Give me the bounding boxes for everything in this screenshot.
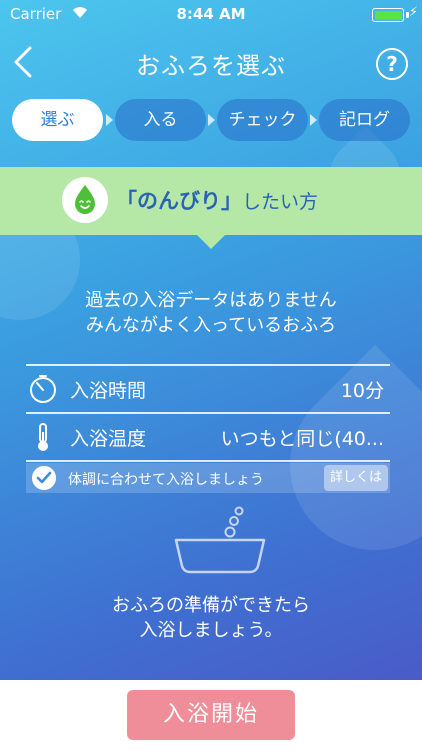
advice-text: 体調に合わせて入浴しましょう: [68, 472, 264, 488]
no-data-message: 過去の入浴データはありません みんながよく入っているおふろ: [0, 288, 422, 338]
bath-time-label: 入浴時間: [70, 380, 147, 402]
step-arrow-icon: [106, 114, 113, 126]
prompt-line-1: おふろの準備ができたら: [112, 595, 310, 616]
health-advice-bar: 体調に合わせて入浴しましょう 詳しくは: [26, 463, 390, 493]
battery-icon: [372, 8, 404, 22]
banner-text: 「のんびり」したい方: [116, 185, 318, 215]
bath-temperature-label: 入浴温度: [70, 428, 147, 450]
message-line-1: 過去の入浴データはありません: [85, 290, 337, 311]
charging-icon: ⚡: [408, 5, 418, 20]
divider: [26, 460, 390, 462]
prompt-line-2: 入浴しましょう。: [139, 620, 283, 641]
app-screen: Carrier 8:44 AM ⚡ おふろを選ぶ ? 選ぶ 入る チェック 記ロ…: [0, 0, 422, 680]
banner-pointer: [197, 235, 225, 249]
bath-time-row[interactable]: 入浴時間 10分: [26, 364, 390, 414]
step-log[interactable]: 記ログ: [319, 99, 410, 141]
thermometer-icon: [38, 423, 48, 451]
bottom-bar: 入浴開始: [0, 680, 422, 750]
bath-temperature-value: いつもと同じ(40...: [220, 428, 384, 450]
message-line-2: みんながよく入っているおふろ: [85, 315, 337, 336]
step-enter[interactable]: 入る: [115, 99, 206, 141]
timer-icon: [30, 375, 56, 403]
start-bath-button[interactable]: 入浴開始: [127, 690, 295, 740]
step-check[interactable]: チェック: [217, 99, 308, 141]
details-button[interactable]: 詳しくは: [323, 465, 388, 491]
status-bar: Carrier 8:44 AM ⚡: [0, 0, 422, 30]
banner-quote: 「のんびり」: [116, 189, 242, 213]
status-time: 8:44 AM: [176, 5, 246, 23]
water-drop-mascot-icon: [62, 177, 108, 223]
help-button[interactable]: ?: [376, 48, 408, 80]
step-select[interactable]: 選ぶ: [12, 99, 103, 141]
bath-prompt: おふろの準備ができたら 入浴しましょう。: [0, 593, 422, 643]
bathtub-icon: [174, 506, 266, 574]
bath-temperature-row[interactable]: 入浴温度 いつもと同じ(40...: [26, 412, 390, 462]
bath-time-value: 10分: [340, 380, 384, 402]
step-progress: 選ぶ 入る チェック 記ログ: [0, 99, 422, 143]
banner-suffix: したい方: [242, 191, 319, 213]
page-title: おふろを選ぶ: [136, 52, 286, 80]
check-circle-icon: [32, 466, 56, 490]
step-arrow-icon: [208, 114, 215, 126]
step-arrow-icon: [310, 114, 317, 126]
